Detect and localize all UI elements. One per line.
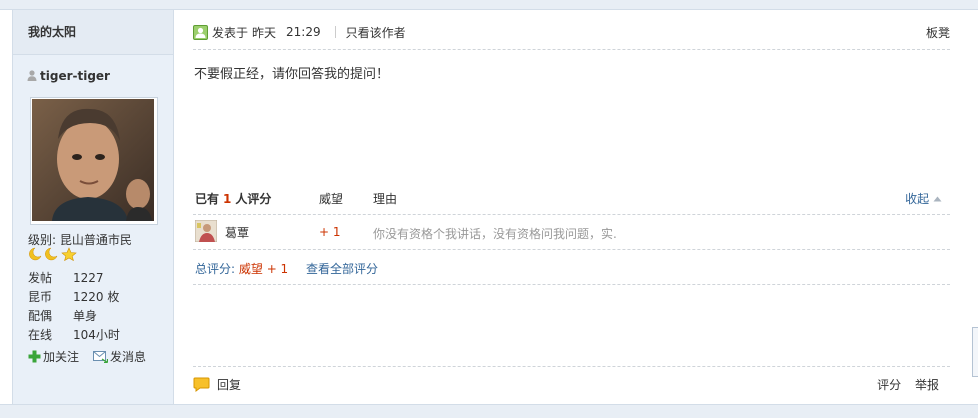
stat-key: 昆币 xyxy=(28,290,53,304)
side-scroll-tab[interactable] xyxy=(972,327,978,377)
author-header-name[interactable]: 我的太阳 xyxy=(28,23,76,40)
total-label: 总评分: xyxy=(195,262,236,276)
rater-name[interactable]: 葛覃 xyxy=(225,224,249,241)
reply-button[interactable]: 回复 xyxy=(193,376,241,393)
username[interactable]: tiger-tiger xyxy=(27,69,110,83)
stat-value: 单身 xyxy=(73,309,98,323)
stat-value[interactable]: 1227 xyxy=(73,269,104,288)
posted-time: 21:29 xyxy=(286,25,321,39)
stat-key: 发帖 xyxy=(28,271,53,285)
stat-key: 在线 xyxy=(28,328,53,342)
only-author-link[interactable]: 只看该作者 xyxy=(346,24,406,41)
avatar-photo xyxy=(32,99,154,221)
stat-row: 在线 104小时 xyxy=(28,326,168,345)
moon-star-icon xyxy=(29,247,77,262)
rating-count-number: 1 xyxy=(223,192,232,206)
divider xyxy=(193,366,950,367)
message-button[interactable]: 发消息 xyxy=(93,348,146,365)
post-meta: 发表于 昨天 21:29 只看该作者 xyxy=(193,24,406,41)
divider xyxy=(193,249,950,250)
user-icon xyxy=(27,70,37,81)
plus-icon xyxy=(28,350,41,363)
rating-header: 已有 1 人评分 威望 理由 收起 xyxy=(195,190,950,208)
level-label: 级别: xyxy=(28,233,57,247)
floor-label[interactable]: 板凳 xyxy=(926,24,950,41)
post-header: 发表于 昨天 21:29 只看该作者 板凳 xyxy=(193,23,950,41)
author-actions: 加关注 发消息 xyxy=(28,348,146,365)
rating-count: 已有 1 人评分 xyxy=(195,190,271,207)
rater-avatar[interactable] xyxy=(195,220,217,242)
column-prestige: 威望 xyxy=(319,192,344,206)
message-label[interactable]: 发消息 xyxy=(110,348,146,365)
stat-row: 昆币 1220 枚 xyxy=(28,288,168,307)
footer-actions: 评分 举报 xyxy=(877,376,939,393)
posted-day: 昨天 xyxy=(252,25,277,40)
reply-label[interactable]: 回复 xyxy=(217,376,241,393)
user-level: 级别: 昆山普通市民 xyxy=(28,231,132,248)
rate-button[interactable]: 评分 xyxy=(877,378,901,392)
bottom-border-strip xyxy=(0,404,978,418)
post-content: 不要假正经，请你回答我的提问！ xyxy=(194,67,390,82)
level-value: 昆山普通市民 xyxy=(59,233,132,247)
rating-prefix: 已有 xyxy=(195,192,220,206)
collapse-label[interactable]: 收起 xyxy=(905,192,929,206)
rater-points: + 1 xyxy=(319,225,341,239)
stat-row: 发帖 1227 xyxy=(28,269,168,288)
follow-label[interactable]: 加关注 xyxy=(43,348,79,365)
collapse-button[interactable]: 收起 xyxy=(905,190,942,207)
rating-total: 总评分: 威望 + 1 查看全部评分 xyxy=(195,260,378,277)
user-stats: 发帖 1227 昆币 1220 枚 配偶 单身 在线 104小时 xyxy=(28,269,168,345)
report-button[interactable]: 举报 xyxy=(915,378,939,392)
divider xyxy=(193,284,950,285)
rank-icons xyxy=(28,247,78,262)
stat-value: 104小时 xyxy=(73,328,120,342)
divider xyxy=(193,49,950,50)
rating-suffix: 人评分 xyxy=(235,192,272,206)
post-footer: 回复 评分 举报 xyxy=(193,376,950,394)
triangle-up-icon xyxy=(933,196,942,202)
separator xyxy=(334,26,336,38)
total-value: 威望 + 1 xyxy=(238,262,289,276)
envelope-icon xyxy=(93,351,109,363)
author-header: 我的太阳 xyxy=(13,10,173,55)
divider xyxy=(193,214,950,215)
username-text[interactable]: tiger-tiger xyxy=(40,69,110,83)
online-user-icon xyxy=(193,24,208,40)
follow-button[interactable]: 加关注 xyxy=(28,348,79,365)
reply-icon xyxy=(193,377,210,392)
posted-label: 发表于 xyxy=(212,25,249,40)
stat-row: 配偶 单身 xyxy=(28,307,168,326)
post-main: 发表于 昨天 21:29 只看该作者 板凳 不要假正经，请你回答我的提问！ 已有… xyxy=(173,10,970,404)
stat-value: 1220 枚 xyxy=(73,290,120,304)
view-all-ratings-link[interactable]: 查看全部评分 xyxy=(306,262,378,276)
column-reason: 理由 xyxy=(373,192,398,206)
top-border-strip xyxy=(0,0,978,10)
rating-row: 葛覃 + 1 你没有资格个我讲话，没有资格问我问题，实. xyxy=(195,220,950,244)
stat-key: 配偶 xyxy=(28,309,53,323)
rater-reason: 你没有资格个我讲话，没有资格问我问题，实. xyxy=(373,227,617,241)
author-sidebar: 我的太阳 tiger-tiger 级别: 昆山普通市民 发帖 1227 昆币 1… xyxy=(12,10,174,404)
avatar[interactable] xyxy=(30,97,158,225)
